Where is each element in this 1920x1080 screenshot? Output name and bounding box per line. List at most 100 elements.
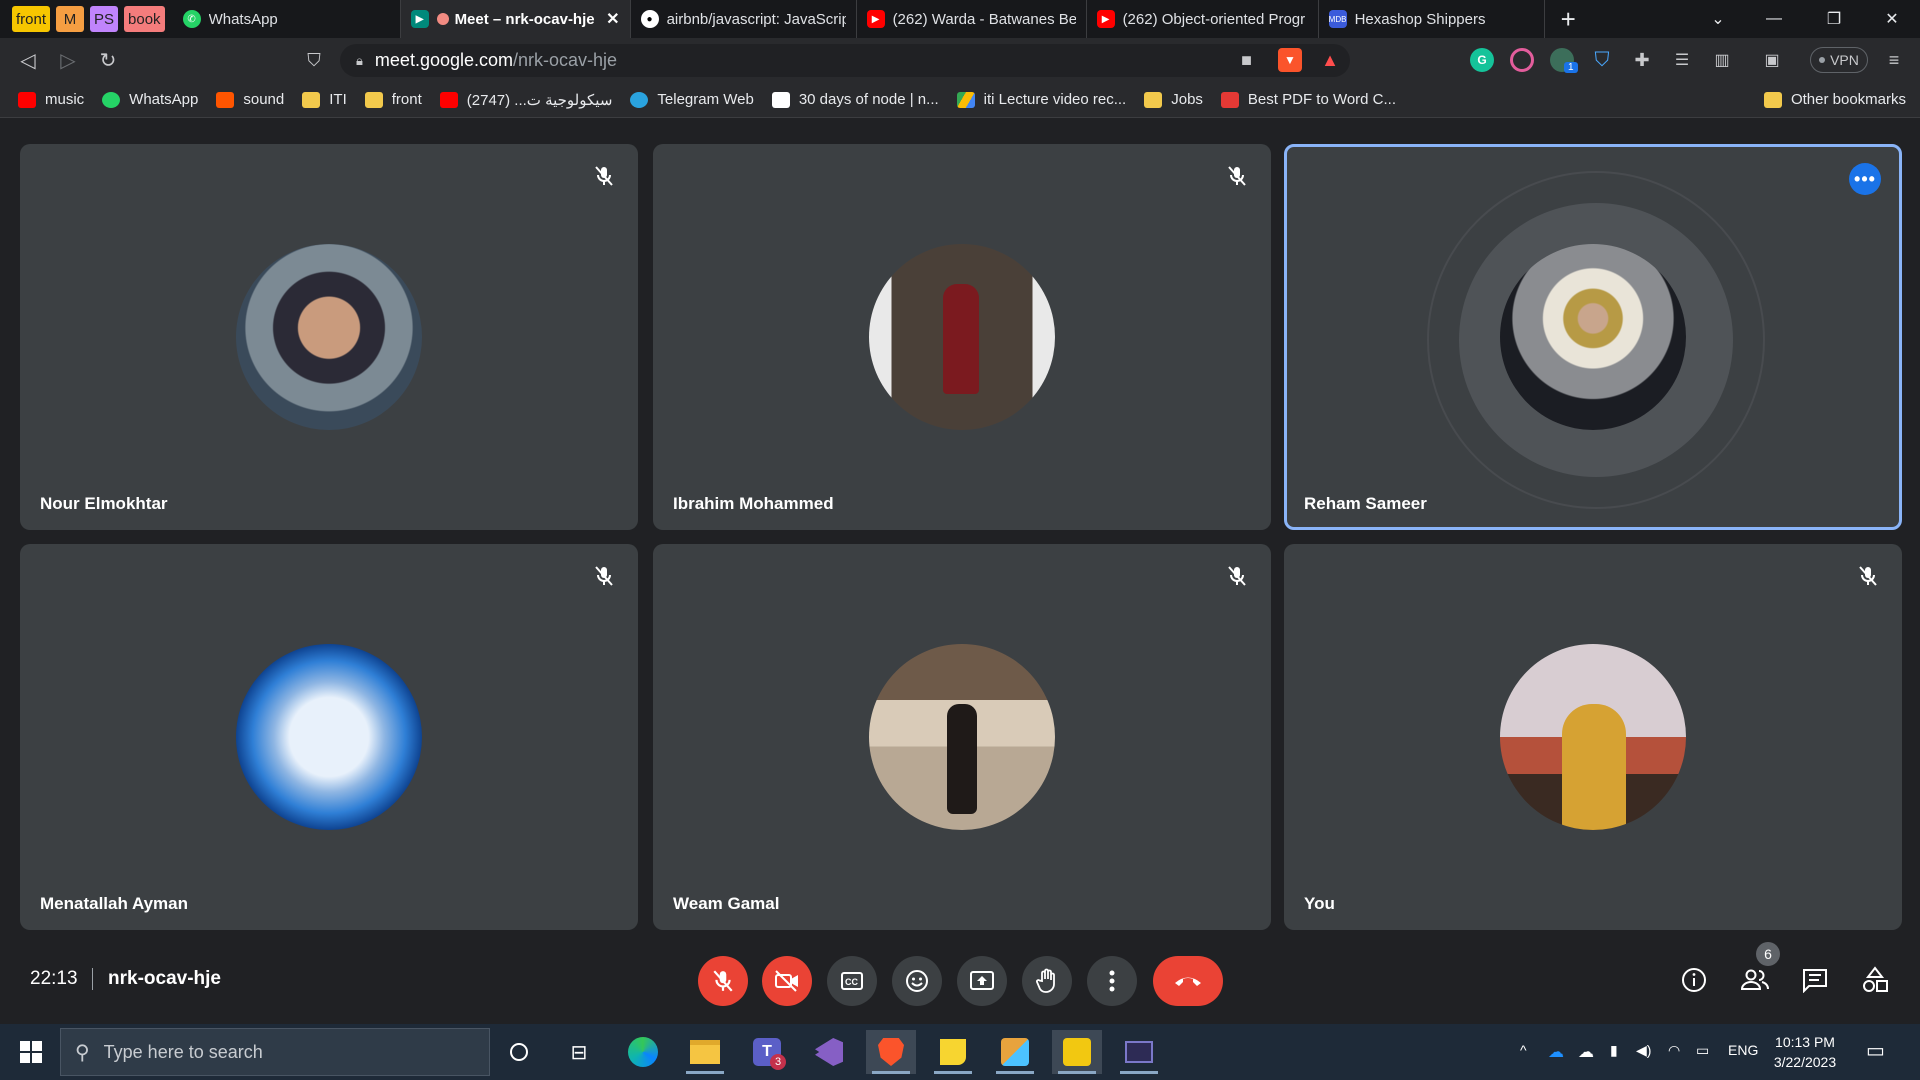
more-options-icon[interactable]: ••• <box>1849 163 1881 195</box>
pinned-tab-book[interactable]: book <box>124 6 165 32</box>
participant-tile[interactable]: Weam Gamal <box>653 544 1271 930</box>
grammarly-icon[interactable]: G <box>1470 48 1494 72</box>
meeting-details-button[interactable] <box>1674 960 1714 1000</box>
camera-indicator-icon[interactable]: ■ <box>1241 50 1252 71</box>
taskbar-app-terminal[interactable] <box>1114 1030 1164 1074</box>
bookmark-label: ITI <box>329 91 347 108</box>
system-clock[interactable]: 10:13 PM 3/22/2023 <box>1760 1032 1850 1072</box>
chat-button[interactable] <box>1795 960 1835 1000</box>
brave-rewards-icon[interactable]: ▲ <box>1318 48 1342 72</box>
people-button[interactable] <box>1735 960 1775 1000</box>
other-bookmarks[interactable]: Other bookmarks <box>1763 91 1906 108</box>
participant-tile[interactable]: Nour Elmokhtar <box>20 144 638 530</box>
bookmark-music[interactable]: music <box>18 91 84 108</box>
more-options-button[interactable] <box>1087 956 1137 1006</box>
wallet-icon[interactable]: ▣ <box>1760 48 1784 72</box>
mic-off-icon <box>590 162 618 190</box>
bookmark-pdf[interactable]: Best PDF to Word C... <box>1220 91 1396 108</box>
bookmark-front[interactable]: front <box>364 91 422 108</box>
brave-icon <box>878 1038 904 1066</box>
bookmark-sound[interactable]: sound <box>216 91 284 108</box>
tab-airbnb[interactable]: ● airbnb/javascript: JavaScript <box>631 0 857 38</box>
pinned-tab-front[interactable]: front <box>12 6 51 32</box>
volume-icon[interactable]: ◀) <box>1636 1042 1651 1059</box>
tab-meet[interactable]: ▶ Meet – nrk-ocav-hje ✕ <box>400 0 631 38</box>
notifications-icon[interactable]: ▭ <box>1866 1038 1885 1063</box>
close-window-icon[interactable]: ✕ <box>1864 0 1920 38</box>
toggle-camera-button[interactable] <box>762 956 812 1006</box>
bookmark-iti[interactable]: ITI <box>302 91 347 108</box>
onedrive-personal-icon[interactable]: ☁ <box>1578 1042 1594 1062</box>
address-bar[interactable]: 🔒︎ meet.google.com /nrk-ocav-hje ■ ⇪ <box>340 44 1350 77</box>
menu-icon[interactable]: ≡ <box>1882 48 1906 72</box>
bookmark-page-icon[interactable]: ⛉ <box>294 40 334 80</box>
taskbar-app-visual-studio[interactable] <box>804 1030 854 1074</box>
taskbar-app-sticky-notes[interactable] <box>928 1030 978 1074</box>
bookmark-whatsapp[interactable]: WhatsApp <box>102 91 198 108</box>
bookmark-telegram[interactable]: Telegram Web <box>630 91 754 108</box>
tab-youtube-oop[interactable]: ▶ (262) Object-oriented Progr <box>1087 0 1319 38</box>
vpn-shield-icon[interactable]: ⛉ <box>1590 48 1614 72</box>
vpn-button[interactable]: VPN <box>1810 47 1868 73</box>
restore-icon[interactable]: ❐ <box>1806 0 1862 38</box>
activities-button[interactable] <box>1855 960 1895 1000</box>
whatsapp-icon: ✆ <box>182 10 201 28</box>
back-icon[interactable]: ◁ <box>8 40 48 80</box>
sidebar-icon[interactable]: ▥ <box>1710 48 1734 72</box>
brave-shield-icon[interactable]: ▼ <box>1278 48 1302 72</box>
media-controls-icon[interactable]: ☰ <box>1670 48 1694 72</box>
taskbar-app-teams[interactable]: T 3 <box>742 1030 792 1074</box>
participant-tile-active-speaker[interactable]: ••• Reham Sameer <box>1284 144 1902 530</box>
bookmark-drive[interactable]: iti Lecture video rec... <box>956 91 1126 108</box>
participant-tile[interactable]: Menatallah Ayman <box>20 544 638 930</box>
taskbar-app-powerbi[interactable] <box>1052 1030 1102 1074</box>
battery-icon[interactable]: ▭ <box>1696 1042 1709 1059</box>
extensions-puzzle-icon[interactable]: ✚ <box>1630 48 1654 72</box>
color-picker-icon[interactable] <box>1510 48 1534 72</box>
meet-control-bar: 22:13 nrk-ocav-hje CC 6 <box>0 938 1920 1024</box>
toggle-mic-button[interactable] <box>698 956 748 1006</box>
divider <box>92 968 93 990</box>
raise-hand-button[interactable] <box>1022 956 1072 1006</box>
tab-search-chevron-icon[interactable]: ⌄ <box>1690 0 1746 38</box>
show-hidden-icons-chevron-icon[interactable]: ^ <box>1520 1042 1527 1058</box>
avatar-figure <box>943 284 979 394</box>
cortana-button[interactable] <box>494 1030 544 1074</box>
bookmark-label: 30 days of node | n... <box>798 91 939 108</box>
present-screen-button[interactable] <box>957 956 1007 1006</box>
bookmark-node[interactable]: 30 days of node | n... <box>771 91 939 108</box>
taskbar-app-snipping[interactable] <box>990 1030 1040 1074</box>
onedrive-icon[interactable]: ☁ <box>1548 1042 1564 1062</box>
new-tab-icon[interactable]: + <box>1561 4 1576 35</box>
tab-whatsapp[interactable]: ✆ WhatsApp <box>173 0 401 38</box>
start-button[interactable] <box>6 1030 56 1074</box>
avatar <box>236 244 422 430</box>
participant-tile[interactable]: Ibrahim Mohammed <box>653 144 1271 530</box>
pinned-tab-m[interactable]: M <box>56 6 85 32</box>
close-tab-icon[interactable]: ✕ <box>606 9 619 29</box>
forward-icon[interactable]: ▷ <box>48 40 88 80</box>
pinned-tab-ps[interactable]: PS <box>90 6 119 32</box>
reload-icon[interactable]: ↻ <box>88 40 128 80</box>
captions-button[interactable]: CC <box>827 956 877 1006</box>
wifi-icon[interactable]: ◠ <box>1668 1042 1680 1059</box>
people-icon <box>1740 969 1769 990</box>
taskbar-app-brave[interactable] <box>866 1030 916 1074</box>
minimize-icon[interactable]: — <box>1746 0 1802 38</box>
reactions-button[interactable] <box>892 956 942 1006</box>
github-icon: ● <box>640 10 659 28</box>
tab-youtube-warda[interactable]: ▶ (262) Warda - Batwanes Bee <box>857 0 1087 38</box>
bookmark-youtube-arabic[interactable]: سيكولوجية ت... (2747) <box>439 91 612 109</box>
language-indicator[interactable]: ENG <box>1728 1042 1758 1058</box>
microphone-icon[interactable]: ▮ <box>1610 1042 1618 1059</box>
task-view-button[interactable]: ⊟ <box>554 1030 604 1074</box>
bookmark-jobs[interactable]: Jobs <box>1144 91 1203 108</box>
taskbar-app-explorer[interactable] <box>680 1030 730 1074</box>
meet-video-grid: Nour Elmokhtar Ibrahim Mohammed ••• Reha… <box>0 118 1920 938</box>
meeting-code: nrk-ocav-hje <box>108 968 221 989</box>
participant-tile-self[interactable]: You <box>1284 544 1902 930</box>
tab-hexashop[interactable]: MDB Hexashop Shippers <box>1319 0 1545 38</box>
taskbar-app-edge[interactable] <box>618 1030 668 1074</box>
leave-call-button[interactable] <box>1153 956 1223 1006</box>
taskbar-search-input[interactable]: ⚲ Type here to search <box>60 1028 490 1076</box>
